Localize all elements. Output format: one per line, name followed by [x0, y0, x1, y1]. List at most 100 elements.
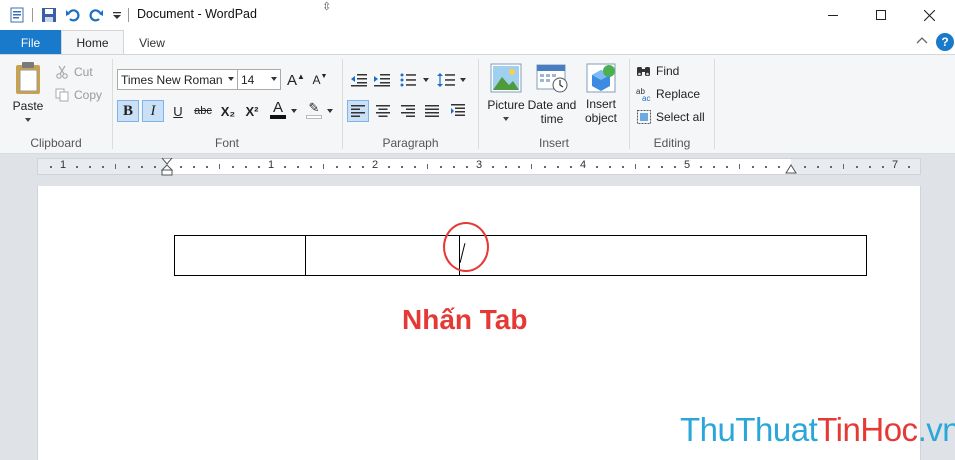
font-color-dropdown-icon[interactable]	[291, 109, 297, 113]
ruler-mark	[518, 166, 520, 168]
font-family-select[interactable]: Times New Roman	[117, 69, 238, 90]
svg-text:ac: ac	[642, 94, 650, 102]
undo-icon[interactable]	[64, 6, 82, 24]
paragraph-settings-icon	[451, 104, 465, 116]
date-time-button[interactable]: Date and time	[527, 63, 577, 126]
wordpad-app-icon[interactable]	[8, 6, 26, 24]
ruler[interactable]: 1 1 2 3 4 5 7	[37, 158, 921, 176]
table-cell-divider	[305, 236, 306, 275]
font-family-dropdown-icon	[228, 77, 234, 81]
select-all-button[interactable]: Select all	[636, 107, 705, 127]
annotation-text: Nhấn Tab	[402, 304, 528, 335]
save-icon[interactable]	[40, 6, 58, 24]
select-all-icon	[636, 109, 652, 125]
grow-font-button[interactable]: A ▲	[285, 69, 307, 91]
ruler-number: 7	[891, 159, 899, 171]
ruler-mark	[544, 166, 546, 168]
help-icon[interactable]: ?	[936, 33, 954, 51]
font-color-icon: A	[272, 99, 283, 116]
insert-object-label-line1: Insert	[585, 97, 616, 111]
highlight-dropdown-icon[interactable]	[327, 109, 333, 113]
increase-indent-icon	[374, 74, 390, 87]
bold-button[interactable]: B	[117, 100, 139, 122]
paragraph-settings-button[interactable]	[447, 100, 469, 122]
editing-group-label: Editing	[653, 136, 691, 150]
ruler-mark	[427, 164, 428, 169]
bullets-button[interactable]	[397, 69, 419, 91]
date-time-label-line2: time	[540, 112, 564, 126]
replace-button[interactable]: ab ac Replace	[636, 84, 700, 104]
ruler-mark	[76, 166, 78, 168]
find-button[interactable]: Find	[636, 61, 679, 81]
ruler-mark	[661, 166, 663, 168]
ruler-mark	[180, 166, 182, 168]
ruler-number: 5	[683, 159, 691, 171]
align-right-icon	[401, 105, 415, 117]
justify-button[interactable]	[421, 100, 443, 122]
ruler-right-indent-marker-icon[interactable]	[785, 164, 797, 174]
editing-group: Find ab ac Replace Select all Editing	[630, 55, 714, 153]
bullets-dropdown-icon[interactable]	[423, 78, 429, 82]
picture-dropdown-icon[interactable]	[502, 116, 510, 122]
ruler-number: 2	[371, 159, 379, 171]
underline-button[interactable]: U	[167, 100, 189, 122]
ruler-mark	[869, 166, 871, 168]
picture-button[interactable]: Picture	[484, 63, 528, 122]
collapse-ribbon-icon[interactable]	[915, 34, 929, 48]
paste-label: Paste	[12, 99, 44, 113]
tab-file[interactable]: File	[0, 30, 61, 55]
strikethrough-button[interactable]: abc	[192, 100, 214, 122]
ruler-mark	[362, 166, 364, 168]
copy-button[interactable]: Copy	[54, 85, 102, 105]
font-size-select[interactable]: 14	[237, 69, 281, 90]
ruler-mark	[843, 164, 844, 169]
shrink-font-button[interactable]: A ▼	[309, 69, 331, 91]
cut-button[interactable]: Cut	[54, 62, 93, 82]
paste-dropdown-icon[interactable]	[24, 117, 32, 123]
font-group: Times New Roman 14 A ▲ A ▼ B I U abc X₂ X²…	[113, 55, 341, 153]
ruler-mark	[258, 166, 260, 168]
ruler-mark	[557, 166, 559, 168]
ruler-mark	[349, 166, 351, 168]
cut-label: Cut	[74, 65, 93, 79]
clipboard-group-label: Clipboard	[30, 136, 82, 150]
font-color-button[interactable]: A	[267, 99, 289, 121]
increase-indent-button[interactable]	[371, 69, 393, 91]
decrease-indent-button[interactable]	[348, 69, 370, 91]
line-spacing-button[interactable]	[435, 69, 457, 91]
ruler-mark	[440, 166, 442, 168]
ruler-mark	[102, 166, 104, 168]
bullets-icon	[400, 73, 416, 87]
align-left-button[interactable]	[347, 100, 369, 122]
insert-object-button[interactable]: Insert object	[578, 61, 624, 125]
paste-button[interactable]: Paste	[8, 61, 48, 123]
ribbon-tabs: File Home View ?	[0, 30, 955, 55]
ruler-mark	[89, 166, 91, 168]
select-all-label: Select all	[656, 110, 705, 124]
close-button[interactable]	[906, 0, 952, 30]
align-center-button[interactable]	[372, 100, 394, 122]
document-table[interactable]	[174, 235, 867, 276]
tab-home[interactable]: Home	[61, 30, 124, 55]
copy-icon	[54, 87, 70, 103]
ruler-mark	[830, 166, 832, 168]
minimize-button[interactable]	[810, 0, 856, 30]
ruler-indent-marker-icon[interactable]	[161, 158, 173, 176]
customize-quick-access-icon[interactable]	[108, 6, 126, 24]
ruler-mark	[310, 166, 312, 168]
watermark-part1: ThuThuat	[680, 411, 818, 448]
line-spacing-dropdown-icon[interactable]	[460, 78, 466, 82]
ruler-mark	[700, 166, 702, 168]
ruler-mark	[154, 166, 156, 168]
line-spacing-icon	[437, 73, 455, 87]
superscript-button[interactable]: X²	[241, 100, 263, 122]
highlight-button[interactable]: ✎	[303, 99, 325, 121]
italic-button[interactable]: I	[142, 100, 164, 122]
tab-view[interactable]: View	[124, 30, 180, 55]
shrink-font-icon: A	[312, 73, 321, 87]
ruler-mark	[219, 164, 220, 169]
subscript-button[interactable]: X₂	[217, 100, 239, 122]
align-right-button[interactable]	[397, 100, 419, 122]
maximize-button[interactable]	[858, 0, 904, 30]
redo-icon[interactable]	[87, 6, 105, 24]
